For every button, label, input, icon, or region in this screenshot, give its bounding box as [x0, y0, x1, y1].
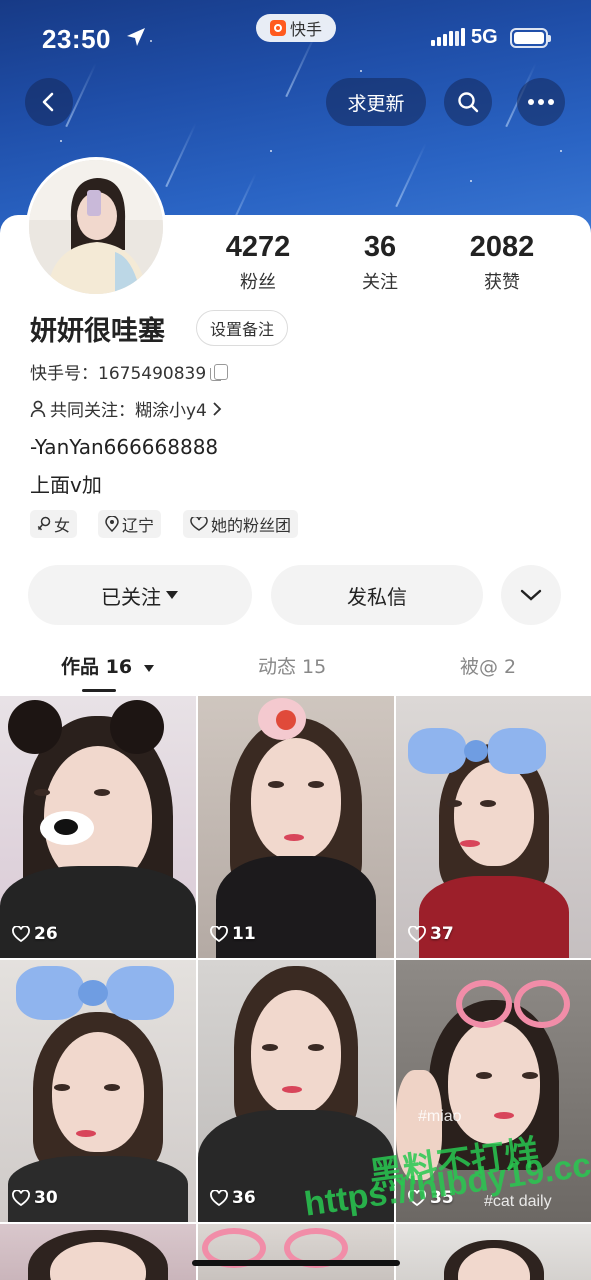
search-icon [458, 92, 479, 113]
person-icon [30, 400, 46, 417]
following-label: 关注 [362, 272, 398, 293]
chevron-right-icon [213, 401, 222, 416]
location-arrow-icon [125, 26, 147, 52]
search-button[interactable] [444, 78, 492, 126]
set-remark-button[interactable]: 设置备注 [196, 310, 288, 346]
mutual-follow-link[interactable]: 共同关注：糊涂小y4 [30, 396, 223, 421]
likes-label: 获赞 [484, 272, 520, 293]
stat-fans[interactable]: 4272 粉丝 [212, 231, 304, 294]
triangle-down-icon [143, 665, 154, 672]
video-thumbnail[interactable]: 37 [396, 696, 591, 958]
more-button[interactable] [517, 78, 565, 126]
followed-button-label: 已关注 [101, 584, 161, 609]
back-icon [42, 92, 54, 112]
request-update-button[interactable]: 求更新 [326, 78, 426, 126]
send-message-button[interactable]: 发私信 [271, 565, 483, 625]
video-thumbnail[interactable]: 30 [0, 960, 196, 1222]
followed-button[interactable]: 已关注 [28, 565, 252, 625]
heart-icon [12, 1190, 30, 1206]
heart-icon [210, 1190, 228, 1206]
tab-active-indicator [82, 689, 116, 692]
network-type: 5G [471, 26, 498, 48]
video-likes: 11 [210, 924, 256, 944]
copy-icon[interactable] [210, 363, 229, 381]
video-likes: 36 [210, 1188, 256, 1208]
video-thumbnail[interactable] [396, 1224, 591, 1280]
location-pin-icon [105, 516, 119, 532]
gender-female-icon [37, 516, 51, 531]
heart-icon [210, 926, 228, 942]
bio-line-1: -YanYan666668888 [30, 435, 219, 459]
fans-label: 粉丝 [240, 272, 276, 293]
video-likes: 30 [12, 1188, 58, 1208]
status-time: 23:50 [42, 24, 111, 54]
avatar[interactable] [26, 157, 166, 297]
heart-icon [408, 926, 426, 942]
fan-group-tag-text: 她的粉丝团 [211, 516, 292, 535]
likes-count: 2082 [469, 231, 535, 263]
fan-heart-icon [190, 517, 208, 531]
video-likes: 26 [12, 924, 58, 944]
nickname: 妍妍很哇塞 [30, 316, 165, 347]
bio-line-2: 上面v加 [30, 473, 102, 497]
location-tag-text: 辽宁 [122, 516, 155, 535]
app-indicator-pill[interactable]: 快手 [256, 14, 336, 42]
tab-moments[interactable]: 动态 15 [258, 652, 326, 679]
chevron-down-icon [520, 589, 542, 601]
mutual-follow-text: 共同关注：糊涂小y4 [50, 401, 207, 421]
video-thumbnail[interactable] [0, 1224, 196, 1280]
hashtag-miao: #miao [418, 1108, 462, 1125]
location-tag: 辽宁 [98, 510, 162, 538]
video-thumbnail[interactable]: 11 [198, 696, 394, 958]
kuaishou-id-text: 快手号：1675490839 [30, 364, 207, 384]
kuaishou-logo-icon [269, 20, 286, 36]
stat-following[interactable]: 36 关注 [340, 231, 420, 294]
video-thumbnail[interactable]: 26 [0, 696, 196, 958]
expand-more-button[interactable] [501, 565, 561, 625]
fan-group-tag[interactable]: 她的粉丝团 [183, 510, 299, 538]
stat-likes[interactable]: 2082 获赞 [452, 231, 552, 294]
battery-icon [510, 28, 551, 48]
tab-works-label: 作品 16 [61, 656, 133, 678]
gender-tag-text: 女 [54, 516, 71, 535]
app-indicator-label: 快手 [289, 20, 322, 39]
tab-mentions[interactable]: 被@ 2 [460, 652, 516, 679]
kuaishou-id: 快手号：1675490839 [30, 359, 229, 384]
status-bar: 23:50 快手 5G [0, 14, 591, 66]
fans-count: 4272 [225, 231, 291, 263]
more-icon [528, 99, 554, 105]
gender-tag: 女 [30, 510, 78, 538]
back-button[interactable] [25, 78, 73, 126]
video-likes: 37 [408, 924, 454, 944]
triangle-down-icon [166, 591, 178, 599]
home-indicator[interactable] [192, 1260, 400, 1266]
signal-icon [431, 28, 465, 46]
following-count: 36 [363, 231, 397, 263]
tab-works[interactable]: 作品 16 [61, 652, 155, 679]
heart-icon [12, 926, 30, 942]
video-thumbnail[interactable] [198, 1224, 394, 1280]
